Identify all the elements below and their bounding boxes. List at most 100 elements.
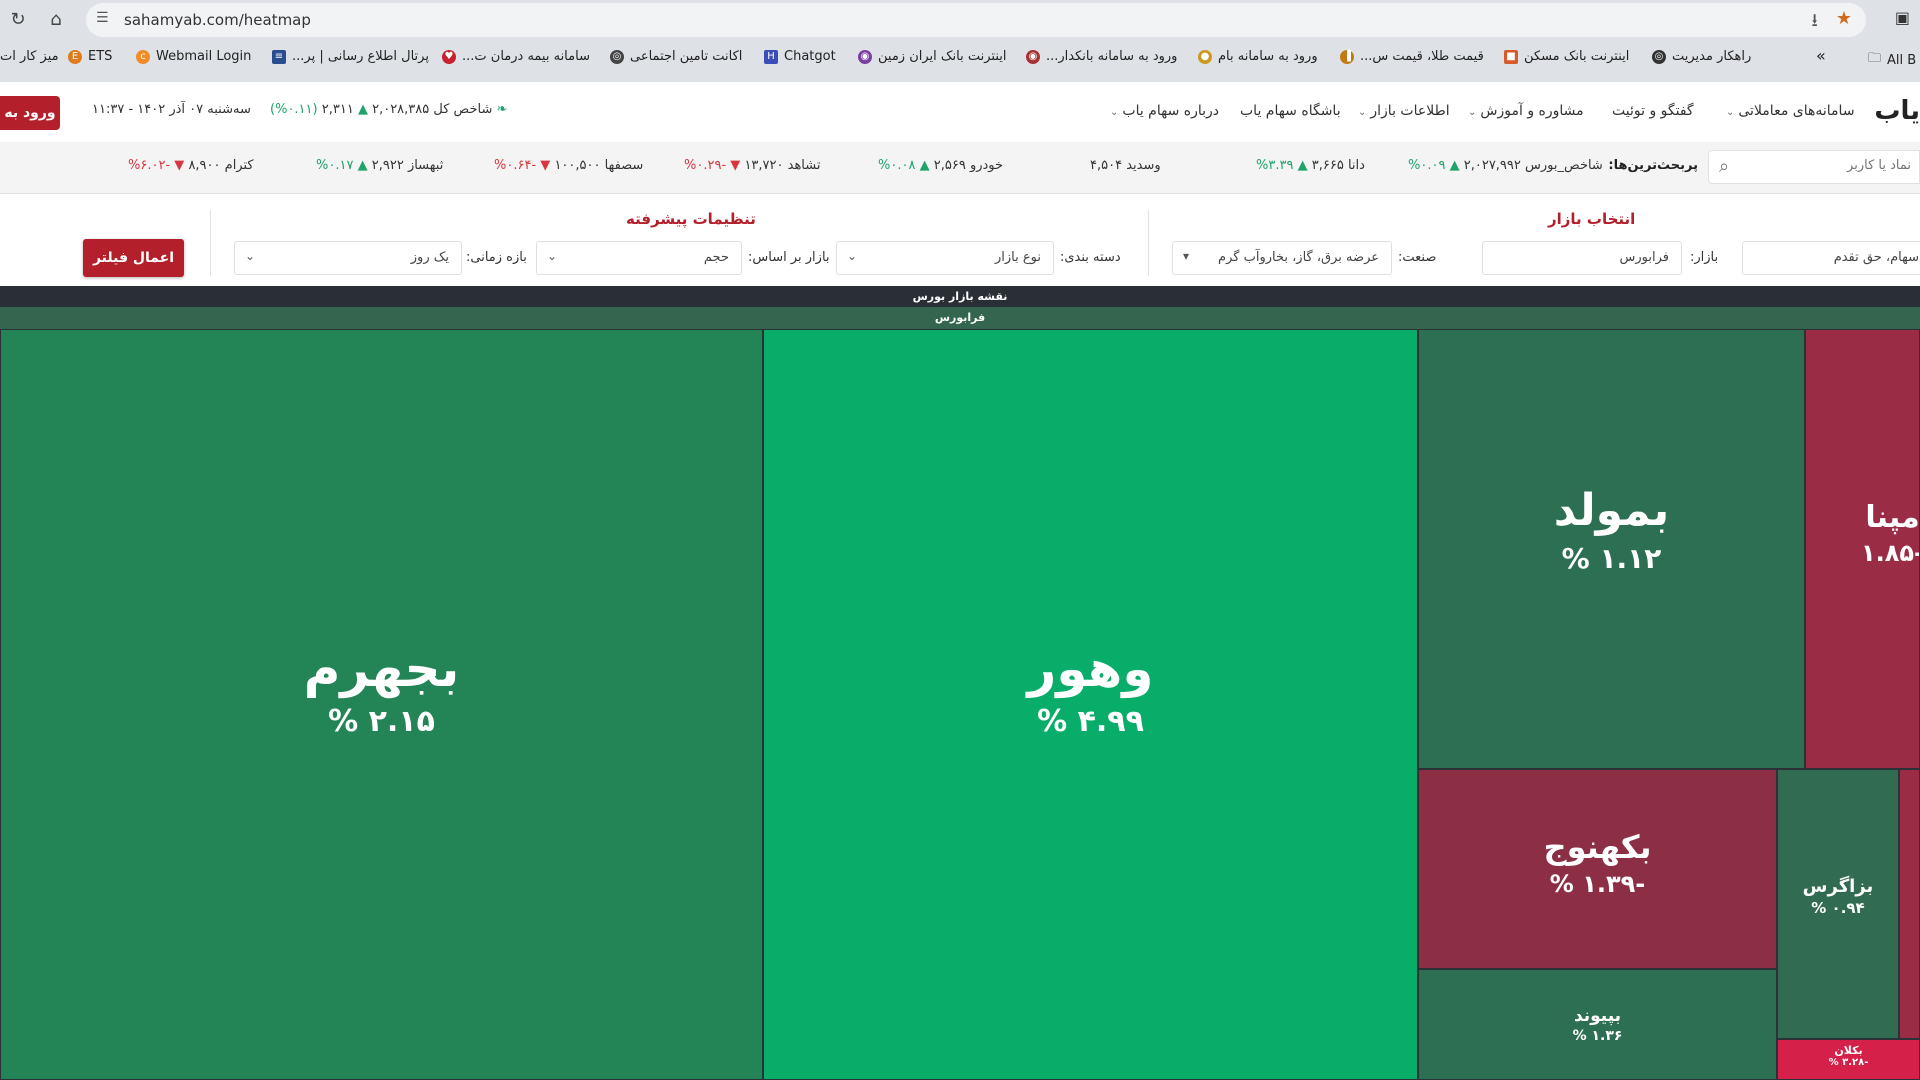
ticker-item[interactable]: ثبهساز ۲,۹۲۲ ▲ ۰.۱۷%	[316, 158, 443, 173]
url-text: sahamyab.com/heatmap	[124, 11, 311, 29]
portal-icon: ≡	[272, 49, 286, 64]
heatmap-tile[interactable]	[1899, 769, 1920, 1039]
folder-icon: 🗀	[1868, 51, 1882, 66]
browser-toolbar: ↻ ⌂ ☰ sahamyab.com/heatmap ⭳ ★ ▣ میز کار…	[0, 0, 1920, 82]
bookmark-item[interactable]: ورود به سامانه بام ●	[1198, 49, 1318, 64]
chevron-down-icon: ⌄	[1110, 107, 1119, 118]
bookmark-star-icon[interactable]: ★	[1836, 8, 1852, 38]
chevron-down-icon: ⌄	[245, 249, 256, 263]
bookmark-item[interactable]: Webmail Login c	[136, 49, 251, 64]
chat-icon: H	[764, 49, 778, 64]
menu-club[interactable]: باشگاه سهام یاب	[1240, 103, 1341, 119]
home-icon[interactable]: ⌂	[42, 6, 70, 34]
menu-consulting[interactable]: مشاوره و آموزش⌄	[1468, 103, 1584, 119]
bookmark-item[interactable]: قیمت طلا، قیمت س... ▐	[1340, 49, 1484, 64]
menu-trading[interactable]: سامانه‌های معاملاتی⌄	[1726, 103, 1855, 119]
heatmap: نقشه بازار بورس فرابورس بجهرم ۲.۱۵ % وهو…	[0, 286, 1920, 1080]
industry-select[interactable]: ▾ عرضه برق، گاز، بخاروآب گرم	[1172, 241, 1392, 275]
heatmap-tile[interactable]: مپنا -۱.۸۵	[1805, 329, 1920, 769]
chevron-down-icon: ⌄	[1358, 107, 1367, 118]
category-select[interactable]: ⌄ نوع بازار	[836, 241, 1054, 275]
ticker-item[interactable]: شاخص_بورس ۲,۰۲۷,۹۹۲ ▲ ۰.۰۹%	[1408, 158, 1603, 173]
chevron-down-icon: ⌄	[847, 249, 858, 263]
ticker-item[interactable]: وسدید ۴,۵۰۴	[1090, 158, 1161, 173]
bam-icon: ●	[1198, 49, 1212, 64]
gold-icon: ▐	[1340, 49, 1354, 64]
webmail-icon: c	[136, 49, 150, 64]
heatmap-tile[interactable]: وهور ۴.۹۹ %	[763, 329, 1418, 1080]
bookmark-item[interactable]: میز کار ات	[0, 49, 59, 64]
apply-filter-button[interactable]: اعمال فیلتر	[83, 239, 184, 277]
menu-about[interactable]: درباره سهام یاب⌄	[1110, 103, 1219, 119]
ticker-label: پربحث‌ترین‌ها:	[1608, 158, 1698, 173]
globe-icon: ◎	[610, 49, 624, 64]
side-panel-icon[interactable]: ▣	[1895, 8, 1910, 27]
ticker-item[interactable]: دانا ۳,۶۶۵ ▲ ۳.۳۹%	[1256, 158, 1365, 173]
bookmark-item[interactable]: ETS E	[68, 49, 112, 64]
ticker-item[interactable]: تشاهد ۱۳,۷۲۰ ▼ -۰.۲۹%	[684, 158, 820, 173]
market-select[interactable]: فرابورس	[1482, 241, 1682, 275]
install-app-icon[interactable]: ⭳	[1812, 8, 1818, 38]
insurance-icon: ♥	[442, 49, 456, 64]
date-time: سه‌شنبه ۰۷ آذر ۱۴۰۲ - ۱۱:۳۷	[92, 102, 251, 117]
reload-icon[interactable]: ↻	[4, 6, 32, 34]
industry-label: صنعت:	[1398, 250, 1437, 265]
instrument-type-select[interactable]: سهام، حق تقدم	[1742, 241, 1920, 275]
bookmark-item[interactable]: پرتال اطلاع رسانی | پر... ≡	[272, 49, 429, 64]
period-select[interactable]: ⌄ یک روز	[234, 241, 462, 275]
bookmarks-bar: میز کار ات ETS E Webmail Login c پرتال اطل…	[0, 44, 1920, 74]
heatmap-tile[interactable]: بمولد ۱.۱۲ %	[1418, 329, 1805, 769]
bookmark-item[interactable]: اینترنت بانک مسکن ■	[1504, 49, 1629, 64]
heatmap-title: نقشه بازار بورس	[0, 286, 1920, 307]
basis-select[interactable]: ⌄ حجم	[536, 241, 742, 275]
divider	[210, 210, 211, 276]
heatmap-tile[interactable]: بجهرم ۲.۱۵ %	[0, 329, 763, 1080]
bookmark-item[interactable]: اینترنت بانک ایران زمین ◉	[858, 49, 1006, 64]
search-box[interactable]: ⌕	[1708, 150, 1920, 184]
chevron-down-icon: ⌄	[547, 249, 558, 263]
chevron-down-icon: ⌄	[1468, 107, 1477, 118]
login-button[interactable]: ورود به	[0, 96, 60, 130]
heatmap-tile[interactable]: بکلان -۳.۲۸ %	[1777, 1039, 1920, 1080]
site-header: ورود به سه‌شنبه ۰۷ آذر ۱۴۰۲ - ۱۱:۳۷ ❧ شا…	[0, 82, 1920, 142]
search-icon[interactable]: ⌕	[1719, 156, 1729, 177]
ets-icon: E	[68, 49, 82, 64]
heatmap-market-label: فرابورس	[0, 307, 1920, 329]
bookmark-item[interactable]: راهکار مدیریت ◎	[1652, 49, 1751, 64]
leaf-icon: ❧	[496, 102, 508, 117]
globe-icon: ◎	[1652, 49, 1666, 64]
market-group-title: انتخاب بازار	[1548, 210, 1636, 228]
heatmap-tile[interactable]: بپیوند ۱.۳۶ %	[1418, 969, 1777, 1080]
bookmark-item[interactable]: سامانه بیمه درمان ت... ♥	[442, 49, 590, 64]
heatmap-tile[interactable]: بکهنوج -۱.۳۹ %	[1418, 769, 1777, 969]
search-input[interactable]	[1753, 157, 1913, 174]
all-bookmarks[interactable]: 🗀 All B	[1868, 49, 1916, 71]
bookmark-item[interactable]: Chatgot H	[764, 49, 836, 64]
menu-chat[interactable]: گفتگو و توئیت	[1612, 103, 1694, 119]
address-bar[interactable]: ☰ sahamyab.com/heatmap ⭳ ★	[86, 3, 1866, 37]
bookmark-item[interactable]: اکانت تامین اجتماعی ◎	[610, 49, 742, 64]
dropdown-arrow-icon: ▾	[1183, 249, 1190, 263]
category-label: دسته بندی:	[1060, 250, 1121, 265]
menu-market-info[interactable]: اطلاعات بازار⌄	[1358, 103, 1450, 119]
bank-icon: ■	[1504, 49, 1518, 64]
site-logo[interactable]: یاب	[1874, 96, 1920, 126]
ticker-bar: کترام ۸,۹۰۰ ▼ -۶.۰۲% ثبهساز ۲,۹۲۲ ▲ ۰.۱۷…	[0, 142, 1920, 194]
bookmark-item[interactable]: ورود به سامانه بانکدار... ◉	[1026, 49, 1177, 64]
bank-icon: ◉	[1026, 49, 1040, 64]
total-index[interactable]: ❧ شاخص کل ۲,۰۲۸,۳۸۵ ▲ ۲,۳۱۱ (۰.۱۱%)	[270, 102, 507, 117]
filter-bar: انتخاب بازار تنظیمات پیشرفته سهام، حق تق…	[0, 196, 1920, 286]
market-label: بازار:	[1690, 250, 1719, 265]
period-label: بازه زمانی:	[466, 250, 527, 265]
basis-label: بازار بر اساس:	[748, 250, 830, 265]
more-bookmarks-icon[interactable]: »	[1816, 46, 1826, 65]
ticker-item[interactable]: کترام ۸,۹۰۰ ▼ -۶.۰۲%	[128, 158, 254, 173]
advanced-group-title: تنظیمات پیشرفته	[626, 210, 756, 228]
chevron-down-icon: ⌄	[1726, 107, 1735, 118]
ticker-item[interactable]: خودرو ۲,۵۶۹ ▲ ۰.۰۸%	[878, 158, 1003, 173]
up-arrow-icon: ▲	[357, 102, 368, 117]
site-settings-icon[interactable]: ☰	[96, 10, 109, 26]
heatmap-tile[interactable]: بزاگرس ۰.۹۴ %	[1777, 769, 1899, 1039]
divider	[1148, 210, 1149, 276]
ticker-item[interactable]: سصفها ۱۰۰,۵۰۰ ▼ -۰.۶۴%	[494, 158, 643, 173]
